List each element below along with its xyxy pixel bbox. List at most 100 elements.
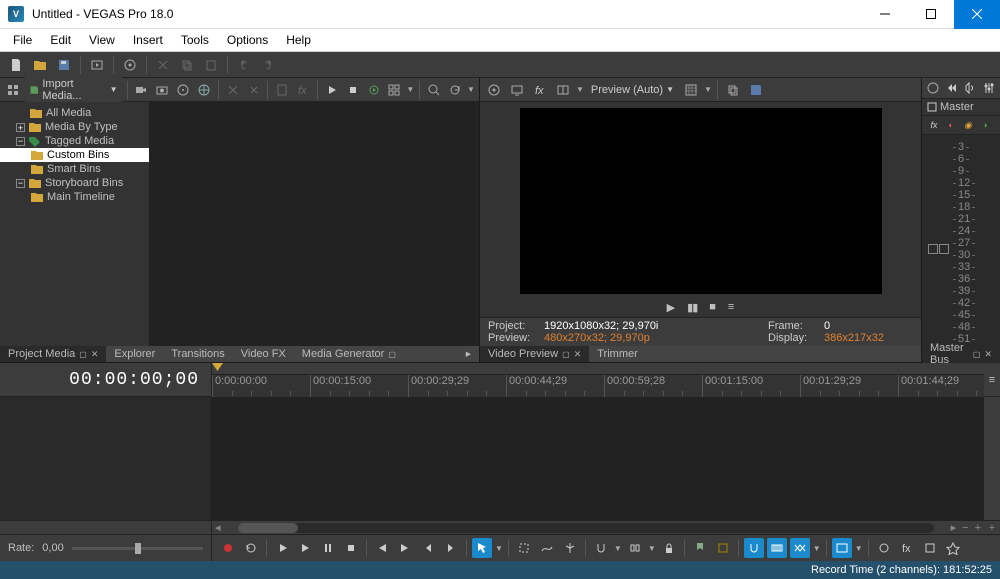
minimize-button[interactable]	[862, 0, 908, 29]
get-media-web-icon[interactable]	[195, 80, 213, 100]
grid-view-icon[interactable]	[386, 80, 404, 100]
dim-output-icon[interactable]	[961, 78, 980, 98]
timeline-options-icon[interactable]: ≡	[984, 363, 1000, 396]
new-file-icon[interactable]	[6, 55, 26, 75]
capture-video-icon[interactable]	[132, 80, 150, 100]
quantize-to-frames-icon[interactable]	[767, 538, 787, 558]
timeline-hscroll[interactable]: ◂ ▸ − +	[212, 521, 984, 534]
timeline-ruler[interactable]: 0:00:00:0000:00:15:0000:00:29;2900:00:44…	[212, 375, 984, 397]
save-snapshot-icon[interactable]	[746, 80, 766, 100]
lock-envelopes-icon[interactable]	[659, 538, 679, 558]
expand-icon[interactable]: +	[16, 123, 25, 132]
collapse-icon[interactable]: −	[16, 179, 25, 188]
chevron-down-icon[interactable]: ▼	[467, 85, 475, 94]
pause-icon[interactable]: ▮▮	[687, 301, 697, 314]
refresh-icon[interactable]	[446, 80, 464, 100]
play-icon[interactable]	[295, 538, 315, 558]
tab-media-generator[interactable]: Media Generator▢	[294, 346, 404, 362]
loop-playback-icon[interactable]	[241, 538, 261, 558]
zoom-in-v-icon[interactable]: +	[989, 522, 995, 534]
preview-properties-icon[interactable]	[484, 80, 504, 100]
tree-tagged-media[interactable]: − Tagged Media	[0, 134, 149, 148]
undo-icon[interactable]	[234, 55, 254, 75]
remove-all-unused-icon[interactable]	[245, 80, 263, 100]
tree-storyboard-bins[interactable]: − Storyboard Bins	[0, 176, 149, 190]
search-icon[interactable]	[425, 80, 443, 100]
split-screen-icon[interactable]	[553, 80, 573, 100]
play-icon[interactable]: ▶	[667, 301, 675, 314]
mute-right-icon[interactable]	[939, 244, 949, 254]
mute-left-icon[interactable]	[928, 244, 938, 254]
menu-icon[interactable]: ≡	[728, 301, 734, 313]
import-media-button[interactable]: Import Media... ▼	[25, 77, 122, 103]
master-plugin-1-icon[interactable]: ◐	[944, 118, 958, 132]
tabs-scroll-right-icon[interactable]: ▸	[458, 346, 479, 362]
stop-icon[interactable]	[341, 538, 361, 558]
timecode-display[interactable]: 00:00:00;00	[0, 363, 212, 396]
menu-file[interactable]: File	[4, 30, 41, 50]
hscroll-thumb[interactable]	[238, 523, 298, 533]
mixer-properties-icon[interactable]	[924, 78, 943, 98]
timeline-vscroll[interactable]	[984, 397, 1000, 520]
downmix-icon[interactable]	[943, 78, 962, 98]
paste-icon[interactable]	[201, 55, 221, 75]
split-tool-icon[interactable]	[560, 538, 580, 558]
next-frame-icon[interactable]	[441, 538, 461, 558]
previous-frame-icon[interactable]	[418, 538, 438, 558]
menu-tools[interactable]: Tools	[172, 30, 218, 50]
video-output[interactable]	[520, 108, 882, 294]
preview-quality-dropdown[interactable]: Preview (Auto)▼	[587, 84, 678, 96]
tracks-area[interactable]	[212, 397, 984, 520]
faders-icon[interactable]	[980, 78, 999, 98]
master-fx-icon[interactable]: fx	[927, 118, 941, 132]
go-to-start-icon[interactable]	[372, 538, 392, 558]
enable-snapping-icon[interactable]	[744, 538, 764, 558]
media-fx-icon[interactable]: fx	[294, 80, 312, 100]
autoplay-icon[interactable]	[365, 80, 383, 100]
collapse-icon[interactable]: −	[16, 137, 25, 146]
stop-preview-icon[interactable]	[344, 80, 362, 100]
pause-icon[interactable]	[318, 538, 338, 558]
video-output-fx-icon[interactable]: fx	[530, 80, 550, 100]
tab-master-bus[interactable]: Master Bus▢✕	[922, 346, 1000, 362]
tab-explorer[interactable]: Explorer	[106, 346, 163, 362]
close-button[interactable]	[954, 0, 1000, 29]
rate-slider[interactable]	[72, 547, 203, 550]
tab-trimmer[interactable]: Trimmer	[589, 346, 646, 362]
play-preview-icon[interactable]	[323, 80, 341, 100]
remove-selected-icon[interactable]	[224, 80, 242, 100]
redo-icon[interactable]	[258, 55, 278, 75]
track-motion-icon[interactable]	[920, 538, 940, 558]
tab-video-preview[interactable]: Video Preview▢✕	[480, 346, 589, 362]
close-tab-icon[interactable]: ✕	[574, 349, 582, 360]
menu-edit[interactable]: Edit	[41, 30, 80, 50]
media-properties-icon[interactable]	[273, 80, 291, 100]
event-pan-icon[interactable]	[874, 538, 894, 558]
extract-audio-icon[interactable]	[174, 80, 192, 100]
close-tab-icon[interactable]: ✕	[984, 349, 992, 360]
generated-media-icon[interactable]	[943, 538, 963, 558]
menu-help[interactable]: Help	[277, 30, 320, 50]
timeline-settings-icon[interactable]	[832, 538, 852, 558]
selection-tool-icon[interactable]	[514, 538, 534, 558]
chevron-down-icon[interactable]: ▼	[406, 85, 414, 94]
tree-media-by-type[interactable]: + Media By Type	[0, 120, 149, 134]
save-file-icon[interactable]	[54, 55, 74, 75]
open-file-icon[interactable]	[30, 55, 50, 75]
track-header-area[interactable]	[0, 397, 212, 520]
go-to-end-icon[interactable]	[395, 538, 415, 558]
get-photo-icon[interactable]	[153, 80, 171, 100]
close-tab-icon[interactable]: ✕	[91, 349, 99, 360]
tree-smart-bins[interactable]: Smart Bins	[0, 162, 149, 176]
menu-view[interactable]: View	[80, 30, 124, 50]
properties-icon[interactable]	[120, 55, 140, 75]
tree-all-media[interactable]: All Media	[0, 106, 149, 120]
menu-options[interactable]: Options	[218, 30, 277, 50]
master-plugin-3-icon[interactable]: ◑	[978, 118, 992, 132]
views-icon[interactable]	[4, 80, 22, 100]
media-bin-view[interactable]	[150, 102, 479, 346]
marker-icon[interactable]	[690, 538, 710, 558]
tab-video-fx[interactable]: Video FX	[233, 346, 294, 362]
tree-custom-bins[interactable]: Custom Bins	[0, 148, 149, 162]
auto-ripple-icon[interactable]	[625, 538, 645, 558]
